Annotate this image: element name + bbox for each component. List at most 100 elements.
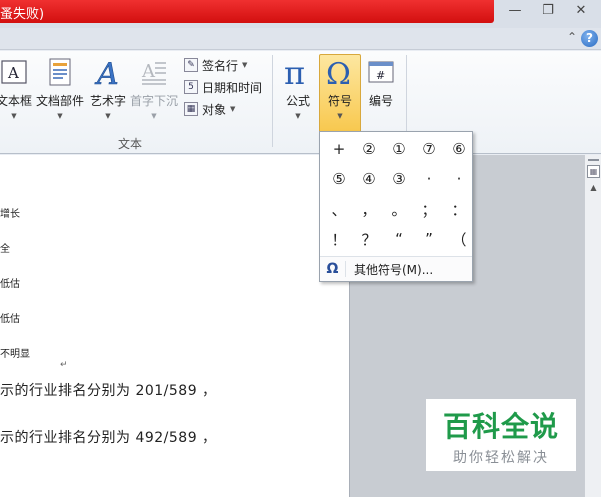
signature-line-icon: ✎ (184, 58, 198, 72)
number-label: 编号 (368, 94, 393, 108)
text-group-label: 文本 (118, 137, 143, 151)
omega-icon: Ω (320, 55, 360, 89)
quick-parts-button[interactable]: 文档部件 ▼ (36, 55, 84, 127)
more-symbols-item[interactable]: Ω 其他符号(M)... (320, 256, 472, 281)
omega-icon: Ω (320, 261, 346, 277)
symbol-dropdown: + ② ① ⑦ ⑥ ⑤ ④ ③ · ·、，。；：！？ “” （ Ω 其他符号(M)... (319, 131, 473, 282)
symbol-cell[interactable]: ⑦ (414, 134, 444, 164)
chevron-down-icon: ▼ (295, 112, 301, 120)
chevron-down-icon: ▼ (105, 112, 111, 120)
return-mark-icon: ↵ (60, 360, 68, 370)
title-highlight: 蚤失败) (0, 0, 494, 23)
doc-line: 低估 (0, 314, 20, 325)
symbol-cell[interactable]: + (324, 134, 354, 164)
symbol-grid: + ② ① ⑦ ⑥ ⑤ ④ ③ · ·、，。；：！？ “” （ (324, 134, 470, 254)
svg-text:π: π (284, 56, 305, 88)
quick-parts-icon (36, 55, 84, 89)
symbol-cell[interactable]: ， (354, 194, 384, 224)
minimize-button[interactable]: — (504, 2, 526, 20)
date-time-button[interactable]: 5 日期和时间 (184, 77, 262, 97)
doc-line: 不明显 (0, 349, 30, 360)
watermark-subtitle: 助你轻松解决 (453, 450, 549, 466)
window-title: 蚤失败) (0, 7, 45, 22)
doc-line: 示的行业排名分别为 492/589 ， (0, 430, 217, 446)
chevron-down-icon: ▼ (57, 112, 63, 120)
pi-icon: π (274, 55, 322, 89)
wordart-icon: A (84, 55, 132, 89)
close-icon: ✕ (575, 3, 587, 18)
restore-button[interactable]: ❐ (537, 2, 559, 20)
textbox-button[interactable]: A 文本框 ▼ (0, 55, 38, 127)
number-button[interactable]: # 编号 (357, 55, 405, 127)
doc-line: 低估 (0, 279, 20, 290)
doc-line: 增长 (0, 209, 20, 220)
equation-button[interactable]: π 公式 ▼ (274, 55, 322, 127)
symbol-cell[interactable]: ？ (354, 224, 384, 254)
number-icon: # (357, 55, 405, 89)
doc-line: 示的行业排名分别为 201/589 ， (0, 383, 217, 399)
svg-text:A: A (7, 64, 19, 82)
restore-icon: ❐ (542, 3, 554, 18)
symbol-cell[interactable]: · (444, 164, 474, 194)
textbox-icon: A (0, 55, 38, 89)
symbol-cell[interactable]: ④ (354, 164, 384, 194)
date-time-label: 日期和时间 (202, 80, 263, 95)
object-icon: ▦ (184, 102, 198, 116)
symbol-cell[interactable]: 、 (324, 194, 354, 224)
signature-line-label: 签名行 (202, 58, 239, 73)
symbol-cell[interactable]: ！ (324, 224, 354, 254)
symbol-cell[interactable]: ① (384, 134, 414, 164)
equation-label: 公式 (285, 94, 310, 108)
split-handle[interactable] (588, 159, 599, 161)
symbol-cell[interactable]: ⑥ (444, 134, 474, 164)
svg-text:Ω: Ω (326, 57, 351, 88)
object-label: 对象 (202, 102, 227, 117)
quick-parts-label: 文档部件 (36, 94, 85, 108)
wordart-button[interactable]: A 艺术字 ▼ (84, 55, 132, 127)
ribbon-minimize-chevron-icon[interactable]: ⌃ (567, 30, 577, 44)
vertical-scrollbar[interactable]: ▦ ▲ (584, 155, 601, 497)
ribbon-tab-row: ⌃ ? (0, 28, 601, 50)
wordart-label: 艺术字 (89, 94, 126, 108)
object-button[interactable]: ▦ 对象 ▼ (184, 99, 235, 119)
symbol-cell[interactable]: 。 (384, 194, 414, 224)
symbol-cell[interactable]: ； (414, 194, 444, 224)
chevron-down-icon: ▼ (242, 61, 248, 69)
minimize-icon: — (508, 3, 522, 18)
svg-text:A: A (94, 57, 119, 88)
watermark-title: 百科全说 (442, 410, 559, 443)
svg-text:A: A (141, 61, 156, 82)
ruler-toggle-icon[interactable]: ▦ (587, 165, 600, 178)
symbol-button[interactable]: Ω 符号 ▼ (319, 54, 361, 133)
drop-cap-label: 首字下沉 (130, 94, 179, 108)
doc-line: 全 (0, 244, 10, 255)
symbol-cell[interactable]: ② (354, 134, 384, 164)
symbol-label: 符号 (327, 94, 352, 108)
symbol-cell[interactable]: · (414, 164, 444, 194)
symbol-cell[interactable]: ： (444, 194, 474, 224)
drop-cap-icon: A (130, 55, 178, 89)
chevron-down-icon: ▼ (230, 105, 236, 113)
ribbon: A 文本框 ▼ 文档部件 ▼ A 艺术字 ▼ A 首字下沉 ▼ ✎ 签名行 ▼ … (0, 51, 601, 154)
symbol-cell[interactable]: ③ (384, 164, 414, 194)
drop-cap-button[interactable]: A 首字下沉 ▼ (130, 55, 178, 127)
chevron-down-icon: ▼ (11, 112, 17, 120)
symbol-cell[interactable]: ⑤ (324, 164, 354, 194)
symbol-cell[interactable]: ” (414, 224, 444, 254)
chevron-down-icon: ▼ (151, 112, 157, 120)
svg-text:#: # (376, 69, 385, 82)
symbol-cell[interactable]: “ (384, 224, 414, 254)
calendar-icon: 5 (184, 80, 198, 94)
scroll-up-arrow-icon[interactable]: ▲ (587, 183, 600, 192)
more-symbols-label: 其他符号(M)... (354, 262, 434, 277)
signature-line-button[interactable]: ✎ 签名行 ▼ (184, 55, 247, 75)
symbol-cell[interactable]: （ (444, 224, 474, 254)
watermark: 百科全说 助你轻松解决 (426, 399, 576, 471)
textbox-label: 文本框 (0, 94, 32, 108)
help-icon[interactable]: ? (581, 30, 598, 47)
close-button[interactable]: ✕ (570, 2, 592, 20)
group-separator (272, 55, 273, 147)
chevron-down-icon: ▼ (337, 112, 343, 120)
title-bar: 蚤失败) — ❐ ✕ (0, 0, 601, 28)
document-page[interactable]: 增长 全 低估 低估 不明显 示的行业排名分别为 201/589 ， 示的行业排… (0, 155, 350, 497)
